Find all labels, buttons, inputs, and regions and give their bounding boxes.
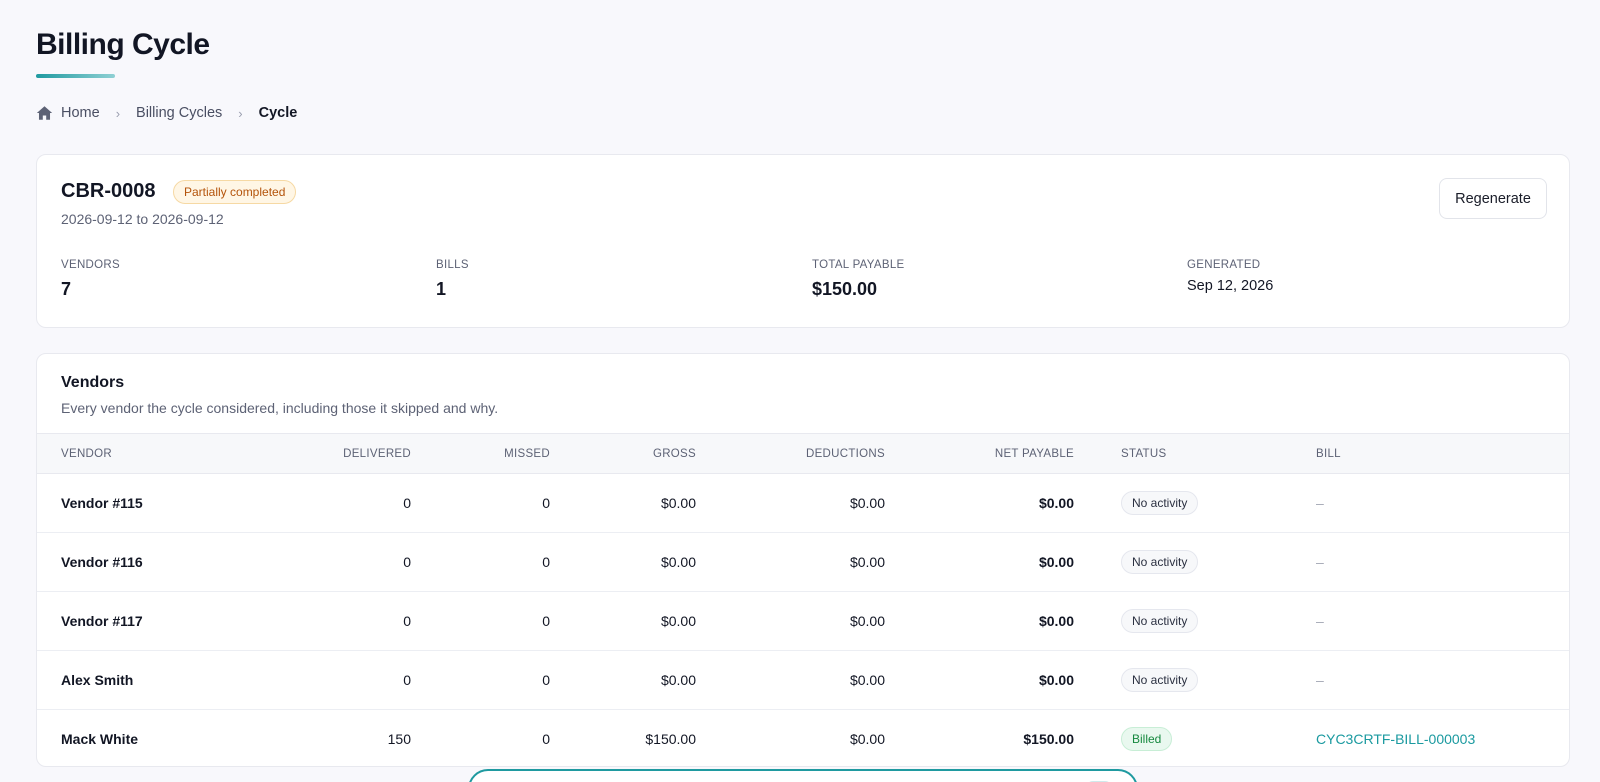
net-payable-amount: $0.00 <box>1038 495 1074 511</box>
status-badge: No activity <box>1121 668 1199 692</box>
stat-total-payable-value: $150.00 <box>812 279 878 299</box>
bill-empty: – <box>1316 613 1324 629</box>
vendors-card: Vendors Every vendor the cycle considere… <box>36 353 1570 767</box>
breadcrumb-home[interactable]: Home <box>36 105 100 121</box>
stat-generated: GENERATED Sep 12, 2026 <box>1187 259 1273 294</box>
bill-empty: – <box>1316 672 1324 688</box>
missed-count: 0 <box>542 731 550 748</box>
missed-count: 0 <box>542 495 550 511</box>
gross-amount: $0.00 <box>660 613 696 629</box>
regenerate-button[interactable]: Regenerate <box>1439 178 1547 219</box>
breadcrumb-billing-cycles[interactable]: Billing Cycles <box>136 105 222 121</box>
deductions-amount: $0.00 <box>849 613 885 629</box>
missed-count: 0 <box>542 554 550 570</box>
stat-vendors: VENDORS 7 <box>61 259 120 300</box>
net-payable-amount: $0.00 <box>1038 613 1074 629</box>
vendor-name: Vendor #117 <box>61 613 143 629</box>
stat-total-payable-label: TOTAL PAYABLE <box>812 259 905 271</box>
vendor-name: Vendor #116 <box>61 554 143 570</box>
page-title: Billing Cycle <box>36 28 210 61</box>
table-row[interactable]: Vendor #116 0 0 $0.00 $0.00 $0.00 No act… <box>37 533 1569 592</box>
net-payable-amount: $0.00 <box>1038 672 1074 688</box>
gross-amount: $0.00 <box>660 672 696 688</box>
col-missed[interactable]: MISSED <box>411 434 550 474</box>
deductions-amount: $0.00 <box>849 731 885 748</box>
chevron-right-icon: › <box>115 105 121 121</box>
bill-empty: – <box>1316 554 1324 570</box>
table-header-row: VENDOR DELIVERED MISSED GROSS DEDUCTIONS… <box>37 433 1569 474</box>
stat-bills: BILLS 1 <box>436 259 469 300</box>
stat-bills-label: BILLS <box>436 259 469 271</box>
col-deductions[interactable]: DEDUCTIONS <box>696 434 885 474</box>
delivered-count: 150 <box>387 731 411 748</box>
deductions-amount: $0.00 <box>849 672 885 688</box>
cycle-id: CBR-0008 <box>61 180 156 202</box>
floating-action-bar[interactable] <box>468 769 1138 782</box>
gross-amount: $150.00 <box>645 731 696 748</box>
deductions-amount: $0.00 <box>849 495 885 511</box>
vendor-name: Mack White <box>61 731 139 748</box>
deductions-amount: $0.00 <box>849 554 885 570</box>
stat-bills-value: 1 <box>436 279 447 299</box>
gross-amount: $0.00 <box>660 495 696 511</box>
title-underline <box>36 74 115 78</box>
net-payable-amount: $0.00 <box>1038 554 1074 570</box>
col-delivered[interactable]: DELIVERED <box>237 434 411 474</box>
delivered-count: 0 <box>403 613 411 629</box>
status-badge: No activity <box>1121 609 1199 633</box>
delivered-count: 0 <box>403 672 411 688</box>
stat-vendors-label: VENDORS <box>61 259 120 271</box>
col-status[interactable]: STATUS <box>1121 434 1316 474</box>
vendors-table: VENDOR DELIVERED MISSED GROSS DEDUCTIONS… <box>37 433 1569 767</box>
table-row[interactable]: Mack White 150 0 $150.00 $0.00 $150.00 B… <box>37 710 1569 767</box>
delivered-count: 0 <box>403 554 411 570</box>
stat-total-payable: TOTAL PAYABLE $150.00 <box>812 259 905 300</box>
col-net-payable[interactable]: NET PAYABLE <box>885 434 1074 474</box>
status-badge: Billed <box>1121 727 1173 752</box>
vendor-name: Vendor #115 <box>61 495 143 511</box>
col-bill[interactable]: BILL <box>1316 434 1569 474</box>
delivered-count: 0 <box>403 495 411 511</box>
stat-generated-value: Sep 12, 2026 <box>1187 278 1274 294</box>
status-badge: No activity <box>1121 550 1199 574</box>
cycle-date-range: 2026-09-12 to 2026-09-12 <box>61 211 224 227</box>
status-badge: No activity <box>1121 491 1199 515</box>
table-row[interactable]: Vendor #117 0 0 $0.00 $0.00 $0.00 No act… <box>37 592 1569 651</box>
table-row[interactable]: Alex Smith 0 0 $0.00 $0.00 $0.00 No acti… <box>37 651 1569 710</box>
vendors-subtitle: Every vendor the cycle considered, inclu… <box>61 400 499 416</box>
col-gross[interactable]: GROSS <box>550 434 696 474</box>
gross-amount: $0.00 <box>660 554 696 570</box>
bill-empty: – <box>1316 495 1324 511</box>
net-payable-amount: $150.00 <box>1023 731 1074 748</box>
bill-link[interactable]: CYC3CRTF-BILL-000003 <box>1316 731 1475 747</box>
stat-generated-label: GENERATED <box>1187 259 1261 271</box>
breadcrumb: Home › Billing Cycles › Cycle <box>36 102 297 124</box>
chevron-right-icon: › <box>238 105 243 121</box>
stat-vendors-value: 7 <box>61 279 72 299</box>
vendors-title: Vendors <box>61 374 125 391</box>
breadcrumb-current: Cycle <box>258 105 298 121</box>
table-row[interactable]: Vendor #115 0 0 $0.00 $0.00 $0.00 No act… <box>37 474 1569 533</box>
vendor-name: Alex Smith <box>61 672 134 688</box>
missed-count: 0 <box>542 672 550 688</box>
status-badge: Partially completed <box>173 180 297 204</box>
cycle-summary-card: CBR-0008 Partially completed 2026-09-12 … <box>36 154 1570 328</box>
missed-count: 0 <box>542 613 550 629</box>
breadcrumb-home-label: Home <box>61 105 100 121</box>
home-icon <box>36 106 53 120</box>
col-vendor[interactable]: VENDOR <box>37 434 237 474</box>
